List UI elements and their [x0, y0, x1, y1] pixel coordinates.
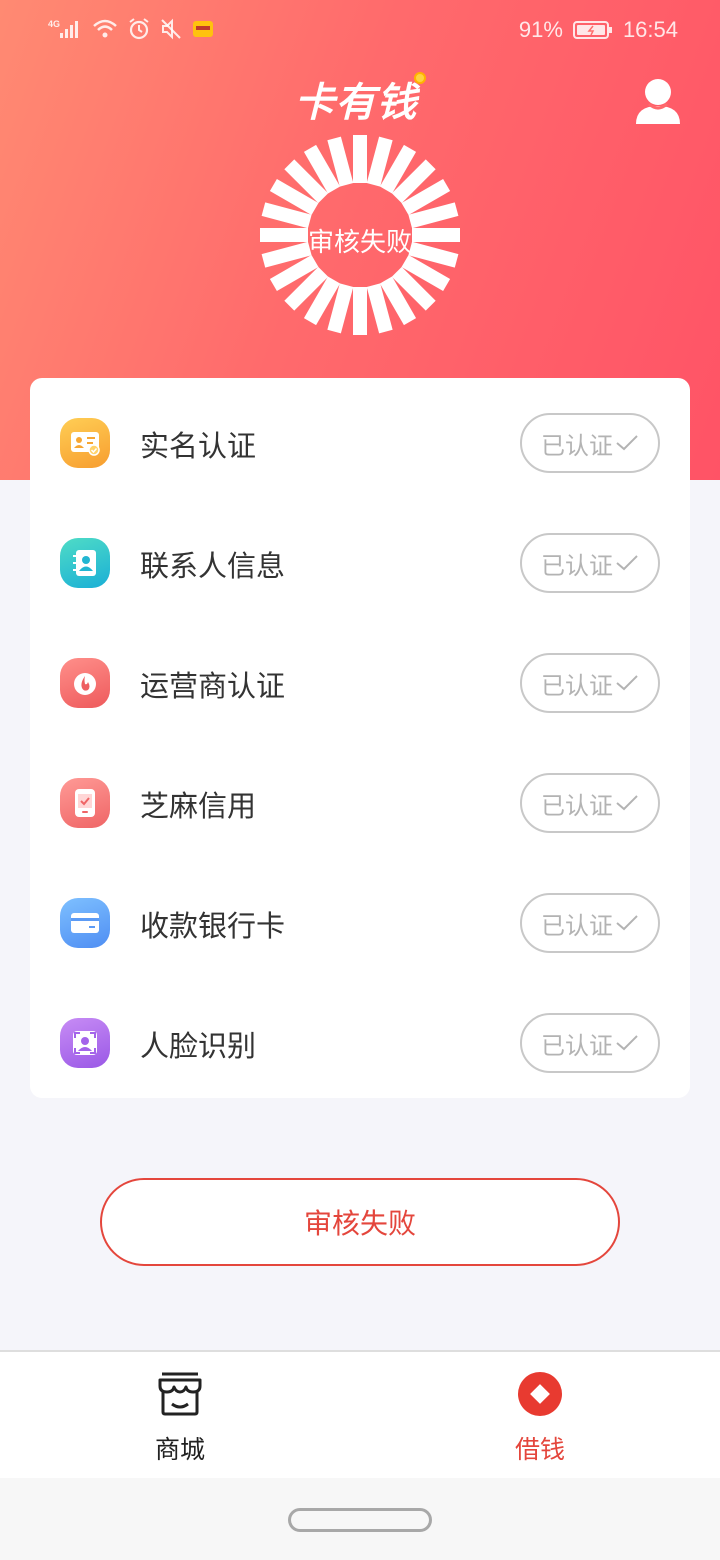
verification-label: 联系人信息	[140, 549, 286, 583]
verification-label: 实名认证	[140, 429, 257, 463]
tab-label: 商城	[154, 1435, 205, 1464]
check-icon	[616, 435, 638, 451]
verification-label: 运营商认证	[140, 669, 286, 703]
verification-row-contacts[interactable]: 联系人信息 已认证	[30, 498, 690, 618]
user-profile-icon[interactable]	[632, 76, 684, 126]
verified-badge: 已认证	[520, 773, 660, 833]
store-icon	[158, 1372, 202, 1416]
sunburst-ray	[353, 135, 367, 183]
carrier-icon	[60, 658, 110, 708]
battery-percent: 91%	[518, 17, 563, 42]
tab-shop[interactable]: 商城	[100, 1352, 260, 1480]
verification-label: 人脸识别	[140, 1029, 257, 1063]
verification-row-real-name[interactable]: 实名认证 已认证	[30, 378, 690, 498]
verified-badge: 已认证	[520, 413, 660, 473]
tab-label: 借钱	[514, 1435, 565, 1464]
verification-card: 实名认证 已认证 联系人信息 已认证 运营商认证 已认证 芝麻信用 已认证 收款…	[30, 378, 690, 1098]
alarm-icon	[129, 18, 149, 40]
bank-card-icon	[60, 898, 110, 948]
check-icon	[616, 795, 638, 811]
sunburst-ray	[353, 287, 367, 335]
review-failed-button[interactable]: 审核失败	[100, 1178, 620, 1266]
clock: 16:54	[622, 17, 678, 42]
verification-row-carrier[interactable]: 运营商认证 已认证	[30, 618, 690, 738]
battery-icon	[572, 21, 612, 39]
home-indicator[interactable]	[288, 1508, 432, 1532]
check-icon	[616, 1035, 638, 1051]
bottom-tab-bar: 商城 借钱	[0, 1350, 720, 1478]
contact-book-icon	[60, 538, 110, 588]
wifi-icon	[93, 19, 117, 38]
tab-borrow[interactable]: 借钱	[460, 1352, 620, 1480]
mute-icon	[161, 18, 181, 40]
verification-label: 收款银行卡	[140, 909, 286, 943]
verification-row-face-recognition[interactable]: 人脸识别 已认证	[30, 978, 690, 1098]
borrow-icon	[518, 1372, 562, 1416]
svg-text:4G: 4G	[48, 19, 60, 29]
check-icon	[616, 915, 638, 931]
id-card-icon	[60, 418, 110, 468]
system-nav-bar	[0, 1478, 720, 1560]
face-scan-icon	[60, 1018, 110, 1068]
check-icon	[616, 675, 638, 691]
app-notification-icon	[193, 21, 213, 37]
status-left: 4G	[48, 18, 214, 40]
signal-icon: 4G	[48, 19, 78, 38]
status-bar: 4G 91% 16:54	[0, 0, 720, 62]
app-logo: 卡有钱	[0, 70, 720, 128]
verified-badge: 已认证	[520, 533, 660, 593]
verified-badge: 已认证	[520, 1013, 660, 1073]
status-right: 91% 16:54	[519, 17, 678, 43]
verification-label: 芝麻信用	[140, 789, 257, 823]
verification-row-bank-card[interactable]: 收款银行卡 已认证	[30, 858, 690, 978]
check-icon	[616, 555, 638, 571]
review-status-text: 审核失败	[307, 228, 412, 258]
credit-phone-icon	[60, 778, 110, 828]
verification-row-sesame-credit[interactable]: 芝麻信用 已认证	[30, 738, 690, 858]
verified-badge: 已认证	[520, 653, 660, 713]
logo-coin-icon	[413, 72, 426, 84]
verified-badge: 已认证	[520, 893, 660, 953]
